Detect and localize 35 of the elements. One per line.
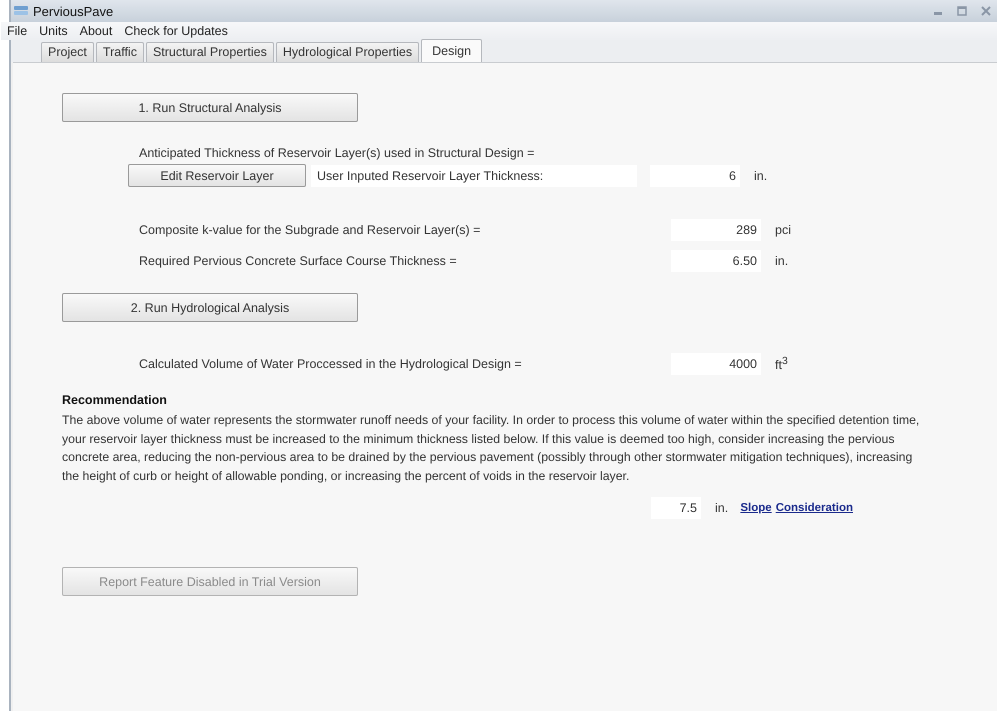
unit-label: in. — [774, 254, 790, 268]
button[interactable]: Edit Reservoir Layer — [128, 164, 306, 187]
text-field[interactable]: User Inputed Reservoir Layer Thickness: — [311, 164, 637, 186]
label: Required Pervious Concrete Surface Course Thickness = — [139, 254, 457, 268]
unit-label: in. — [753, 168, 768, 182]
menu-item[interactable]: Units — [33, 24, 74, 38]
button[interactable]: 2. Run Hydrological Analysis — [62, 293, 358, 322]
label: Composite k-value for the Subgrade and Reservoir Layer(s) = — [139, 223, 480, 237]
label: Calculated Volume of Water Proccessed in the Hydrological Design = — [139, 357, 522, 371]
menu-item[interactable]: Check for Updates — [118, 24, 234, 38]
value-field[interactable]: 4000 — [671, 353, 761, 375]
link[interactable]: Consideration — [776, 502, 853, 514]
section-heading: Recommendation — [62, 393, 168, 407]
unit-label: in. — [714, 501, 730, 515]
label: Anticipated Thickness of Reservoir Layer(s) used in Structural Design = — [139, 146, 534, 160]
tab[interactable]: Structural Properties — [146, 42, 274, 62]
menu-item[interactable]: File — [1, 24, 34, 38]
tab[interactable]: Design — [421, 39, 482, 62]
value-field[interactable]: 7.5 — [651, 497, 701, 519]
tab[interactable]: Traffic — [96, 42, 144, 62]
value-field[interactable]: 6.50 — [671, 250, 761, 272]
recommendation-text: The above volume of water represents the stormwater runoff needs of your facility. In order to process this volume of water within the specified detention time, your reservoir layer thickness must be increased to the minimum thickness listed below. If this value is deemed too high, consider increasing the pervious concrete area, reducing the non-pervious area to be drained by the pervious pavement (possibly through other stormwater mitigation techniques), increasing the height of curb or height of allowable ponding, or increasing the percent of voids in the reservoir layer. — [62, 412, 920, 484]
maximize-icon[interactable] — [957, 6, 967, 16]
close-icon[interactable] — [981, 6, 991, 16]
unit-label: pci — [774, 223, 792, 237]
tab[interactable]: Hydrological Properties — [276, 42, 420, 62]
window-title: PerviousPave — [33, 4, 114, 18]
unit-label: ft$^{3}$ — [774, 356, 789, 372]
menu-item[interactable]: About — [74, 24, 118, 38]
link[interactable]: Slope — [740, 502, 772, 514]
tab[interactable]: Project — [41, 42, 94, 62]
value-field[interactable]: 289 — [671, 219, 761, 241]
app-icon — [13, 4, 29, 18]
value-field[interactable]: 6 — [650, 164, 740, 186]
button[interactable]: 1. Run Structural Analysis — [62, 93, 358, 122]
